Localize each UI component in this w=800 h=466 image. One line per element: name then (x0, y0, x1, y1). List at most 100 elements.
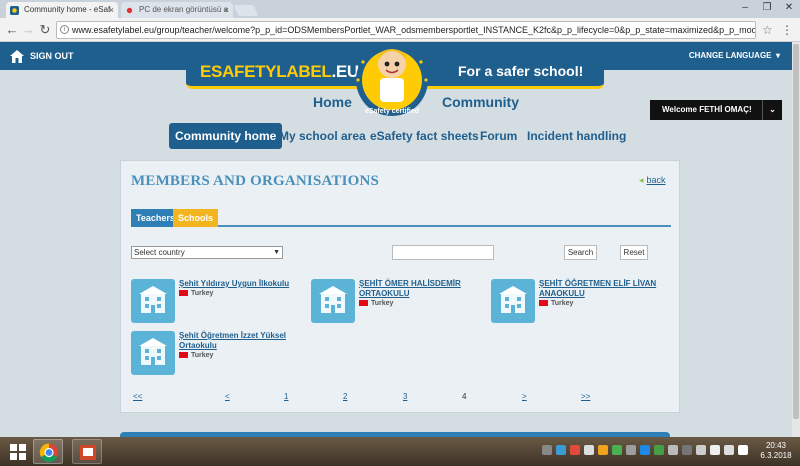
welcome-text: Welcome FETHİ OMAÇ! (662, 105, 752, 114)
pager-first[interactable]: << (133, 392, 142, 401)
logo-text: ESAFETYLABEL.EU (200, 62, 359, 82)
school-building-icon[interactable] (131, 331, 175, 375)
pager-next[interactable]: > (522, 392, 527, 401)
tray-icon[interactable] (570, 445, 580, 455)
speaker-icon[interactable] (710, 445, 720, 455)
info-icon[interactable]: i (60, 25, 69, 34)
pager-last[interactable]: >> (581, 392, 590, 401)
change-language-label: CHANGE LANGUAGE (688, 51, 772, 60)
main-nav-home[interactable]: Home (313, 94, 352, 110)
network-icon[interactable] (724, 445, 734, 455)
school-name-link[interactable]: ŞEHİT ÖĞRETMEN ELİF LİVAN ANAOKULU (539, 279, 661, 299)
school-name-link[interactable]: ŞEHİT ÖMER HALİSDEMİR ORTAOKULU (359, 279, 481, 299)
subnav-esafety-fact-sheets[interactable]: eSafety fact sheets (370, 123, 479, 149)
main-nav-community[interactable]: Community (442, 94, 519, 110)
country-label: Turkey (191, 290, 214, 297)
members-panel: MEMBERS AND ORGANISATIONS ◂ back Teachers… (120, 160, 680, 413)
system-tray (542, 445, 752, 459)
reset-button[interactable]: Reset (620, 245, 648, 260)
tab-schools[interactable]: Schools (173, 209, 219, 227)
url-text: www.esafetylabel.eu/group/teacher/welcom… (72, 25, 755, 35)
pager-page-3[interactable]: 3 (403, 392, 407, 401)
school-building-icon[interactable] (491, 279, 535, 323)
chevron-down-icon: ▾ (773, 51, 780, 60)
school-country: Turkey (179, 290, 213, 297)
country-label: Turkey (551, 300, 574, 307)
subnav-community-home[interactable]: Community home (169, 123, 283, 149)
school-building-icon[interactable] (131, 279, 175, 323)
browser-menu-icon[interactable]: ⋮ (780, 21, 794, 39)
browser-tab-active[interactable]: Community home - eSaf × (6, 2, 118, 18)
address-bar[interactable]: i www.esafetylabel.eu/group/teacher/welc… (56, 21, 756, 39)
web-page: SIGN OUT CHANGE LANGUAGE ▾ ESAFETYLABEL.… (0, 42, 792, 437)
user-welcome-menu[interactable]: Welcome FETHİ OMAÇ! ⌄ (650, 100, 782, 120)
windows-start-icon[interactable] (5, 441, 31, 463)
logo-name: ESAFETYLABEL (200, 62, 332, 81)
powerpoint-icon (80, 445, 96, 460)
tray-icon[interactable] (584, 445, 594, 455)
school-country: Turkey (179, 352, 213, 359)
forward-arrow-icon[interactable]: → (20, 21, 36, 39)
school-country: Turkey (359, 300, 393, 307)
windows-taskbar: 20:43 6.3.2018 (0, 437, 800, 466)
tray-icon[interactable] (640, 445, 650, 455)
chevron-down-icon[interactable]: ⌄ (762, 100, 782, 120)
tray-icon[interactable] (626, 445, 636, 455)
back-link[interactable]: ◂ back (639, 175, 666, 186)
search-button[interactable]: Search (564, 245, 597, 260)
taskbar-clock[interactable]: 20:43 6.3.2018 (757, 441, 795, 461)
sign-out-link[interactable]: SIGN OUT (10, 48, 74, 64)
school-building-icon[interactable] (311, 279, 355, 323)
maximize-button[interactable]: ❐ (757, 1, 777, 15)
pager-current-page: 4 (462, 392, 467, 401)
school-name-link[interactable]: Şehit Öğretmen İzzet Yüksel Ortaokulu (179, 331, 301, 351)
member-tabs: Teachers Schools (131, 207, 671, 227)
taskbar-powerpoint-button[interactable] (72, 439, 102, 464)
tray-icon[interactable] (668, 445, 678, 455)
pager-page-1[interactable]: 1 (284, 392, 288, 401)
turkey-flag-icon (179, 352, 188, 359)
tray-icon[interactable] (612, 445, 622, 455)
back-label: back (646, 175, 666, 185)
school-card: ŞEHİT ÖMER HALİSDEMİR ORTAOKULU Turkey (311, 279, 481, 329)
change-language-menu[interactable]: CHANGE LANGUAGE ▾ (689, 48, 780, 64)
tab-close-icon[interactable]: × (109, 2, 114, 18)
subnav-incident-handling[interactable]: Incident handling (527, 123, 626, 149)
minimize-button[interactable]: – (735, 1, 755, 15)
tagline-banner: For a safer school! (420, 54, 604, 89)
pager-page-2[interactable]: 2 (343, 392, 347, 401)
back-arrow-icon[interactable]: ← (4, 21, 20, 39)
tray-icon[interactable] (542, 445, 552, 455)
country-label: Turkey (371, 300, 394, 307)
tray-icon[interactable] (598, 445, 608, 455)
close-window-button[interactable]: ✕ (779, 1, 799, 15)
search-input[interactable] (392, 245, 494, 260)
subnav-forum[interactable]: Forum (480, 123, 517, 149)
back-arrow-icon: ◂ (639, 175, 644, 185)
tray-icon[interactable] (682, 445, 692, 455)
tab-favicon-icon (126, 7, 133, 14)
tray-icon[interactable] (696, 445, 706, 455)
browser-toolbar: ← → ↻ i www.esafetylabel.eu/group/teache… (0, 18, 800, 42)
tray-icon[interactable] (556, 445, 566, 455)
chrome-icon (39, 443, 58, 462)
country-select[interactable]: Select country ▼ (131, 246, 283, 259)
sign-out-label: SIGN OUT (30, 51, 74, 61)
reload-icon[interactable]: ↻ (37, 21, 53, 39)
scrollbar-thumb[interactable] (793, 44, 799, 419)
tab-close-icon[interactable]: × (224, 2, 229, 18)
country-select-value: Select country (134, 248, 185, 257)
browser-tab-inactive[interactable]: PC de ekran görüntüsü a × (121, 2, 233, 18)
keyboard-icon[interactable] (738, 445, 748, 455)
taskbar-chrome-button[interactable] (33, 439, 63, 464)
subnav-my-school-area[interactable]: My school area (279, 123, 366, 149)
country-label: Turkey (191, 352, 214, 359)
page-scrollbar[interactable] (792, 42, 800, 437)
bookmark-star-icon[interactable]: ☆ (762, 21, 776, 39)
new-tab-button[interactable] (233, 5, 259, 16)
pager-prev[interactable]: < (225, 392, 230, 401)
tab-title: Community home - eSaf (24, 5, 111, 14)
turkey-flag-icon (359, 300, 368, 307)
school-name-link[interactable]: Şehit Yıldıray Uygun İlkokulu (179, 279, 301, 289)
tray-icon[interactable] (654, 445, 664, 455)
